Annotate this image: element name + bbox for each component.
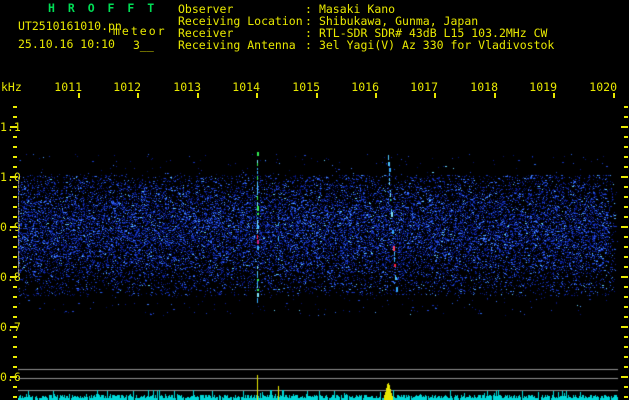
axis-tick [624, 196, 628, 198]
axis-tick [10, 376, 17, 378]
axis-tick [624, 246, 628, 248]
axis-tick [621, 376, 628, 378]
axis-tick [624, 146, 628, 148]
axis-tick [13, 156, 17, 158]
time-axis-label: 1018 [470, 80, 498, 94]
axis-tick [13, 356, 17, 358]
axis-tick [13, 346, 17, 348]
axis-tick [624, 346, 628, 348]
axis-tick [624, 216, 628, 218]
time-axis-label: 1019 [529, 80, 557, 94]
time-axis-label: 1020 [589, 80, 617, 94]
axis-tick [197, 93, 199, 98]
axis-tick [13, 256, 17, 258]
axis-tick [624, 106, 628, 108]
axis-tick [624, 306, 628, 308]
axis-tick [13, 246, 17, 248]
axis-tick [624, 366, 628, 368]
time-axis-label: 1015 [292, 80, 320, 94]
axis-tick [13, 206, 17, 208]
axis-tick [621, 176, 628, 178]
time-axis-label: 1016 [351, 80, 379, 94]
axis-tick [624, 296, 628, 298]
axis-tick [13, 216, 17, 218]
axis-tick [10, 126, 17, 128]
axis-tick [621, 226, 628, 228]
info-label: Receiving Antenna [178, 38, 296, 52]
axis-tick [621, 326, 628, 328]
axis-tick [621, 126, 628, 128]
axis-tick [624, 236, 628, 238]
output-filename: UT2510161010.pn [18, 19, 122, 33]
axis-tick [13, 136, 17, 138]
datetime-label: 25.10.16 10:10 [18, 37, 115, 51]
axis-tick [434, 93, 436, 98]
time-axis-label: 1012 [113, 80, 141, 94]
axis-tick [13, 286, 17, 288]
axis-tick [256, 93, 258, 98]
axis-tick [624, 116, 628, 118]
axis-tick [494, 93, 496, 98]
axis-tick [375, 93, 377, 98]
axis-tick [624, 256, 628, 258]
spectrogram-canvas [18, 104, 620, 366]
echo-count-label: 3__ [133, 38, 154, 52]
axis-tick [624, 396, 628, 398]
axis-tick [13, 236, 17, 238]
axis-tick [78, 93, 80, 98]
signal-meter-canvas [18, 368, 620, 400]
info-value: 3el Yagi(V) Az 330 for Vladivostok [318, 38, 555, 52]
axis-tick [10, 226, 17, 228]
axis-tick [13, 316, 17, 318]
axis-tick [137, 93, 139, 98]
axis-tick [316, 93, 318, 98]
axis-tick [13, 146, 17, 148]
axis-tick [13, 266, 17, 268]
time-axis-label: 1013 [173, 80, 201, 94]
axis-tick [621, 276, 628, 278]
info-row: Receiving Antenna:3el Yagi(V) Az 330 for… [178, 39, 554, 51]
axis-tick [13, 166, 17, 168]
axis-tick [624, 136, 628, 138]
axis-tick [13, 116, 17, 118]
axis-tick [13, 186, 17, 188]
meteor-mode-label: meteor [113, 24, 167, 38]
axis-tick [624, 336, 628, 338]
axis-tick [13, 396, 17, 398]
axis-tick [13, 306, 17, 308]
axis-tick [624, 316, 628, 318]
axis-tick [13, 386, 17, 388]
axis-tick [624, 156, 628, 158]
axis-tick [624, 386, 628, 388]
axis-tick [10, 276, 17, 278]
axis-tick [13, 336, 17, 338]
axis-tick [624, 166, 628, 168]
axis-tick [10, 326, 17, 328]
time-axis-label: 1011 [54, 80, 82, 94]
axis-tick [613, 93, 615, 98]
axis-tick [13, 296, 17, 298]
axis-tick [624, 286, 628, 288]
hrofft-screen: H R O F F T UT2510161010.pn meteor 25.10… [0, 0, 629, 400]
axis-tick [624, 356, 628, 358]
app-title: H R O F F T [48, 1, 158, 15]
time-axis-label: 1014 [232, 80, 260, 94]
axis-tick [13, 366, 17, 368]
axis-tick [624, 206, 628, 208]
axis-tick [13, 106, 17, 108]
axis-tick [553, 93, 555, 98]
axis-tick [13, 196, 17, 198]
time-axis-label: 1017 [410, 80, 438, 94]
freq-unit-label: kHz [1, 80, 22, 94]
info-colon: : [305, 38, 312, 52]
axis-tick [624, 266, 628, 268]
axis-tick [624, 186, 628, 188]
axis-tick [10, 176, 17, 178]
station-info-block: Observer: Masaki Kano Receiving Location: S… [178, 3, 554, 51]
